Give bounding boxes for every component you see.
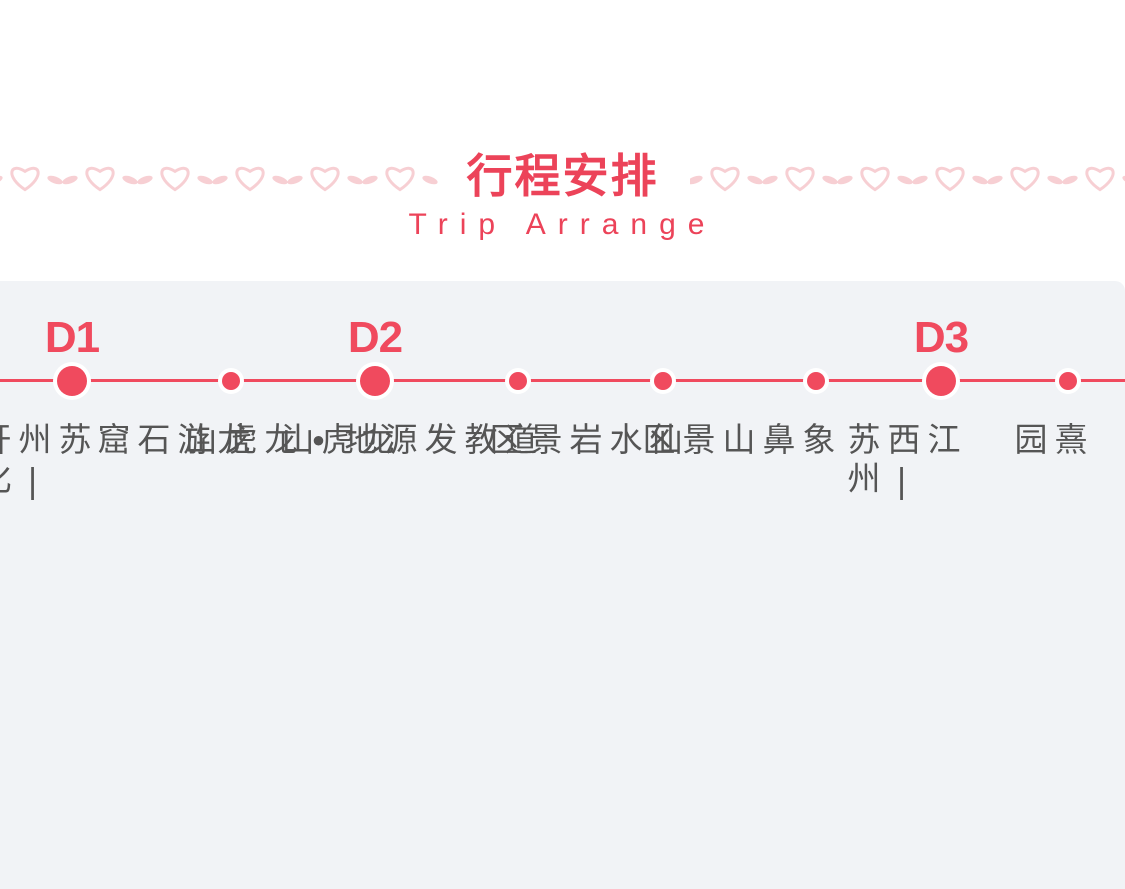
stop-label: 熹园 [1009,422,1088,461]
stop-dot [1059,372,1077,390]
day-dot [360,366,390,396]
section-header: 行程安排 Trip Arrange [0,0,1125,280]
stop-dot [654,372,672,390]
day-dot [926,366,956,396]
heart-ornament-right-icon [690,166,1125,192]
stop-label: 苏州|开化 [0,422,92,506]
day-label: D2 [347,313,403,362]
section-subtitle: Trip Arrange [408,208,717,241]
timeline-line [0,379,1125,382]
day-label: D1 [44,313,100,362]
stop-dot [222,372,240,390]
stop-label: 象鼻山景区 [637,422,836,461]
stop-dot [509,372,527,390]
itinerary-panel [0,281,1125,889]
day-dot [57,366,87,396]
stop-label: 江西|苏州 [842,422,961,506]
stop-dot [807,372,825,390]
day-label: D3 [913,313,969,362]
